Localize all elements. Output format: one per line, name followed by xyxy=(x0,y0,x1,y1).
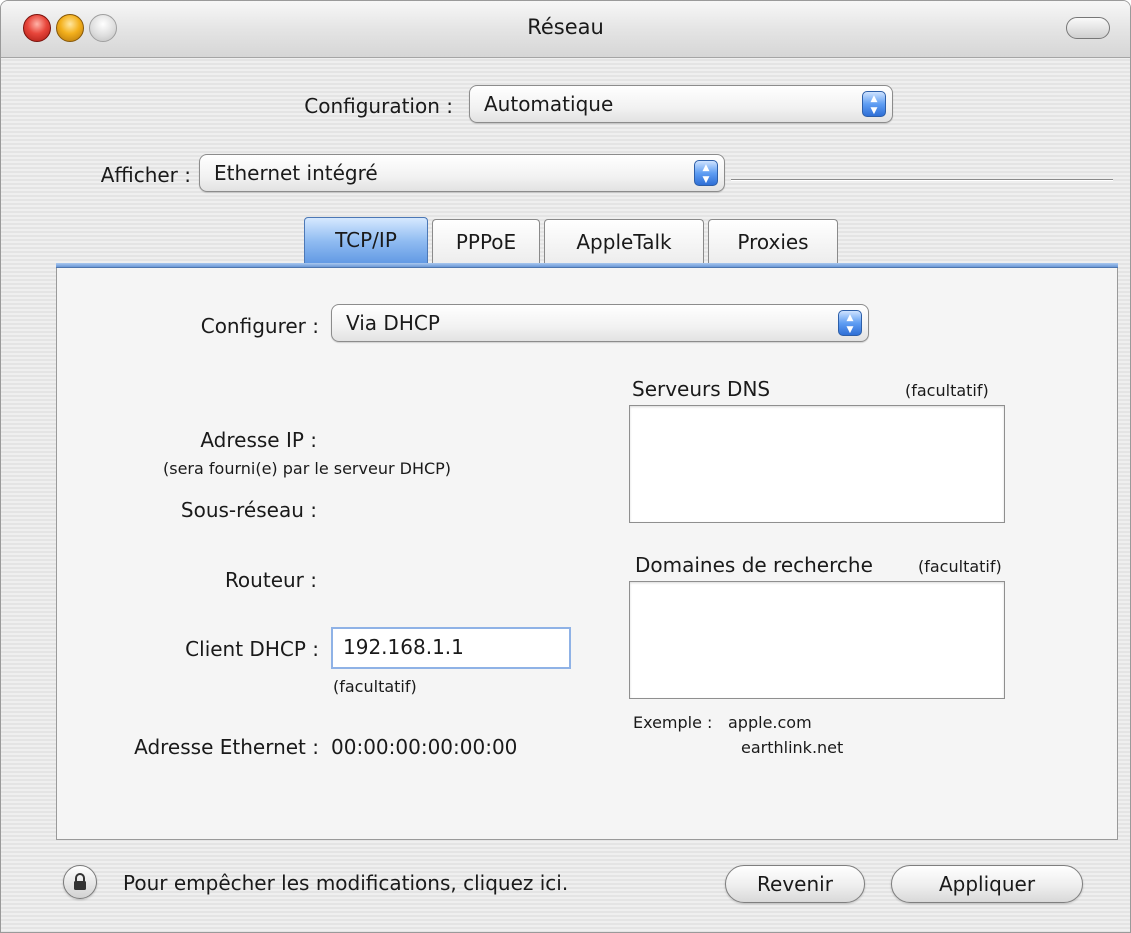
popup-arrows-icon: ▲ ▼ xyxy=(694,160,718,186)
tab-appletalk[interactable]: AppleTalk xyxy=(544,219,704,265)
popup-arrows-icon: ▲ ▼ xyxy=(838,310,862,336)
search-domains-textarea[interactable] xyxy=(629,581,1005,699)
example-label: Exemple : xyxy=(633,713,713,732)
lock-hint-text: Pour empêcher les modifications, cliquez… xyxy=(123,871,569,895)
configurer-popup[interactable]: Via DHCP ▲ ▼ xyxy=(331,304,869,342)
ip-address-note: (sera fourni(e) par le serveur DHCP) xyxy=(163,459,452,478)
revert-button[interactable]: Revenir xyxy=(725,865,865,903)
example-domain-2: earthlink.net xyxy=(741,738,844,757)
configurer-label: Configurer : xyxy=(200,314,319,338)
toolbar-toggle-button[interactable] xyxy=(1066,17,1110,39)
dhcp-client-label: Client DHCP : xyxy=(185,637,319,661)
dns-servers-textarea[interactable] xyxy=(629,405,1005,523)
search-domains-optional-note: (facultatif) xyxy=(918,557,1002,576)
configuration-popup[interactable]: Automatique ▲ ▼ xyxy=(469,85,893,123)
configurer-value: Via DHCP xyxy=(346,311,440,335)
afficher-label: Afficher : xyxy=(100,163,191,187)
dhcp-client-note: (facultatif) xyxy=(333,677,417,696)
lock-icon xyxy=(74,873,86,890)
ethernet-address-value: 00:00:00:00:00:00 xyxy=(331,735,518,759)
lock-button[interactable] xyxy=(63,865,97,899)
tab-pppoe[interactable]: PPPoE xyxy=(432,219,540,265)
ip-address-label: Adresse IP : xyxy=(200,428,317,452)
router-label: Routeur : xyxy=(224,568,317,592)
network-preferences-window: Réseau Configuration : Automatique ▲ ▼ Af… xyxy=(0,0,1131,933)
tab-tcp-ip[interactable]: TCP/IP xyxy=(304,217,428,265)
subnet-label: Sous-réseau : xyxy=(180,498,317,522)
configuration-value: Automatique xyxy=(484,92,614,116)
ethernet-address-label: Adresse Ethernet : xyxy=(134,735,319,759)
apply-button[interactable]: Appliquer xyxy=(891,865,1083,903)
popup-arrows-icon: ▲ ▼ xyxy=(862,91,886,117)
dhcp-client-input[interactable]: 192.168.1.1 xyxy=(331,627,571,669)
example-domain-1: apple.com xyxy=(728,713,812,732)
afficher-popup[interactable]: Ethernet intégré ▲ ▼ xyxy=(199,154,725,192)
afficher-divider xyxy=(731,179,1113,181)
tab-proxies[interactable]: Proxies xyxy=(708,219,838,265)
window-title: Réseau xyxy=(527,15,604,39)
search-domains-label: Domaines de recherche xyxy=(635,553,873,577)
title-bar: Réseau xyxy=(1,1,1130,58)
afficher-value: Ethernet intégré xyxy=(214,161,378,185)
dns-optional-note: (facultatif) xyxy=(905,381,989,400)
configuration-label: Configuration : xyxy=(304,94,453,118)
dns-servers-label: Serveurs DNS xyxy=(632,377,771,401)
